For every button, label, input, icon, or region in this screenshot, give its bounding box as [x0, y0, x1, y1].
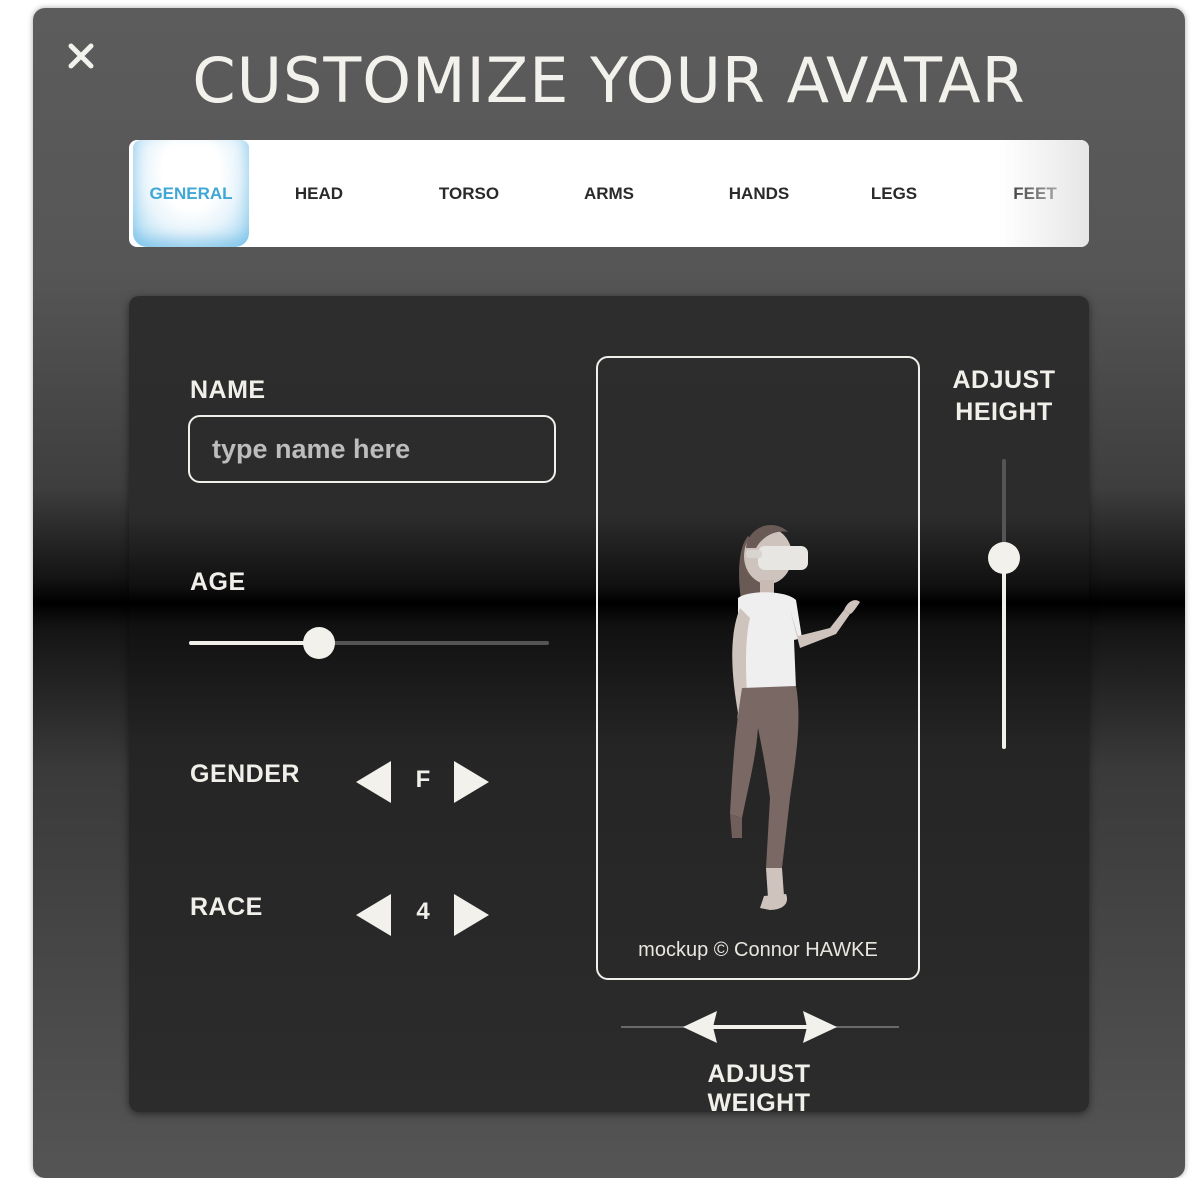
gender-next-button[interactable] [454, 761, 489, 803]
name-label: NAME [190, 376, 266, 404]
height-label-line2: HEIGHT [955, 398, 1053, 426]
height-label-line1: ADJUST [952, 366, 1056, 394]
weight-label: ADJUST WEIGHT [707, 1060, 811, 1117]
mockup-watermark: mockup © Connor HAWKE [638, 939, 878, 961]
gender-label: GENDER [190, 760, 300, 788]
height-label: ADJUST HEIGHT [945, 364, 1063, 428]
tab-arms[interactable]: ARMS [549, 140, 669, 247]
tab-legs[interactable]: LEGS [834, 140, 954, 247]
age-slider[interactable] [189, 627, 549, 659]
age-slider-thumb[interactable] [302, 627, 335, 659]
height-slider[interactable] [988, 459, 1020, 749]
weight-increase-arrow-icon [803, 1011, 837, 1043]
general-panel: NAME AGE GENDER F RACE 4 [129, 296, 1089, 1117]
gender-prev-button[interactable] [356, 761, 391, 803]
tab-feet[interactable]: FEET [975, 140, 1089, 247]
gender-value: F [415, 766, 431, 793]
race-next-button[interactable] [454, 894, 489, 936]
avatar-figure [730, 525, 860, 910]
age-label: AGE [190, 568, 246, 596]
age-slider-fill [189, 641, 319, 645]
tab-hands[interactable]: HANDS [699, 140, 819, 247]
race-value: 4 [416, 898, 430, 925]
race-label: RACE [190, 893, 263, 921]
height-slider-fill [1002, 557, 1006, 749]
avatar-customizer-dialog: CUSTOMIZE YOUR AVATAR GENERAL HEAD TORSO… [33, 8, 1185, 1178]
tab-head[interactable]: HEAD [259, 140, 379, 247]
race-prev-button[interactable] [356, 894, 391, 936]
tab-bar: GENERAL HEAD TORSO ARMS HANDS LEGS FEET [129, 140, 1089, 247]
tab-torso[interactable]: TORSO [409, 140, 529, 247]
height-slider-thumb[interactable] [988, 541, 1020, 574]
dialog-title: CUSTOMIZE YOUR AVATAR [192, 44, 1026, 117]
weight-slider[interactable] [621, 1009, 899, 1045]
avatar-preview: mockup © Connor HAWKE [596, 356, 920, 980]
name-input[interactable] [188, 415, 556, 483]
tab-general[interactable]: GENERAL [133, 140, 249, 247]
weight-decrease-arrow-icon [683, 1011, 717, 1043]
